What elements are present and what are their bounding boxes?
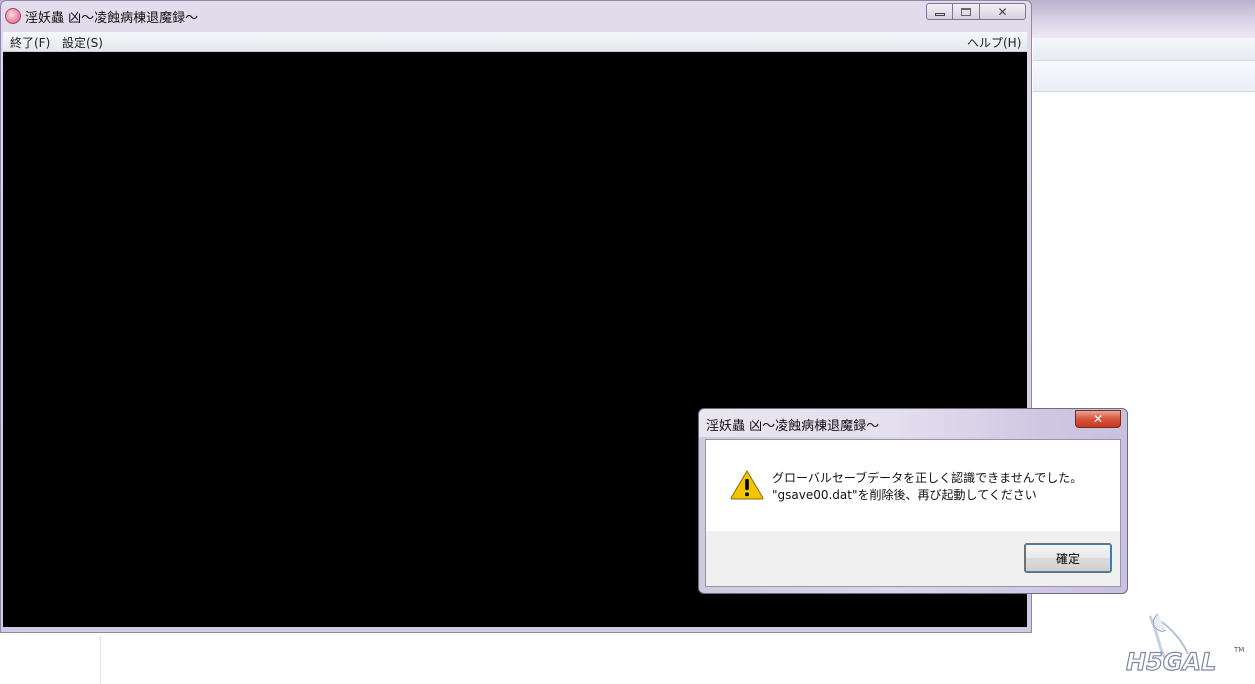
maximize-button[interactable] xyxy=(953,3,980,20)
maximize-icon xyxy=(961,7,971,16)
main-window-title: 淫妖蟲 凶～凌蝕病棟退魔録～ xyxy=(25,10,199,26)
menu-help[interactable]: ヘルプ(H) xyxy=(967,34,1021,51)
window-controls: ✕ xyxy=(926,3,1026,20)
background-toolbar-secondary xyxy=(1033,61,1255,92)
background-divider xyxy=(100,636,101,684)
background-toolbar xyxy=(1033,38,1255,61)
app-icon[interactable] xyxy=(5,8,21,24)
close-button[interactable]: ✕ xyxy=(980,3,1026,20)
warning-icon xyxy=(730,470,764,500)
error-dialog: 淫妖蟲 凶～凌蝕病棟退魔録～ ✕ グローバルセーブデータを正しく認識できませんで… xyxy=(698,408,1128,594)
close-icon: ✕ xyxy=(1092,412,1104,426)
menu-settings[interactable]: 設定(S) xyxy=(62,34,103,51)
main-title-bar: 淫妖蟲 凶～凌蝕病棟退魔録～ xyxy=(5,6,198,26)
minimize-icon xyxy=(934,13,945,16)
dialog-message-line1: グローバルセーブデータを正しく認識できませんでした。 xyxy=(772,471,1083,485)
menu-bar: 終了(F) 設定(S) ヘルプ(H) xyxy=(3,32,1027,52)
dialog-message-line2: "gsave00.dat"を削除後、再び起動してください xyxy=(772,488,1037,502)
dialog-button-area: 確定 xyxy=(706,531,1120,586)
watermark-text: H5GAL xyxy=(1126,648,1216,676)
menu-exit[interactable]: 終了(F) xyxy=(10,34,50,51)
minimize-button[interactable] xyxy=(926,3,953,20)
dialog-close-button[interactable]: ✕ xyxy=(1075,410,1121,428)
dialog-message: グローバルセーブデータを正しく認識できませんでした。 "gsave00.dat"… xyxy=(772,470,1082,504)
dialog-title: 淫妖蟲 凶～凌蝕病棟退魔録～ xyxy=(706,419,880,434)
ok-button[interactable]: 確定 xyxy=(1024,543,1112,573)
dialog-body: グローバルセーブデータを正しく認識できませんでした。 "gsave00.dat"… xyxy=(705,439,1121,587)
watermark-logo: H5GAL TM xyxy=(1125,613,1244,677)
close-icon: ✕ xyxy=(997,4,1008,19)
watermark-tm: TM xyxy=(1233,646,1244,654)
